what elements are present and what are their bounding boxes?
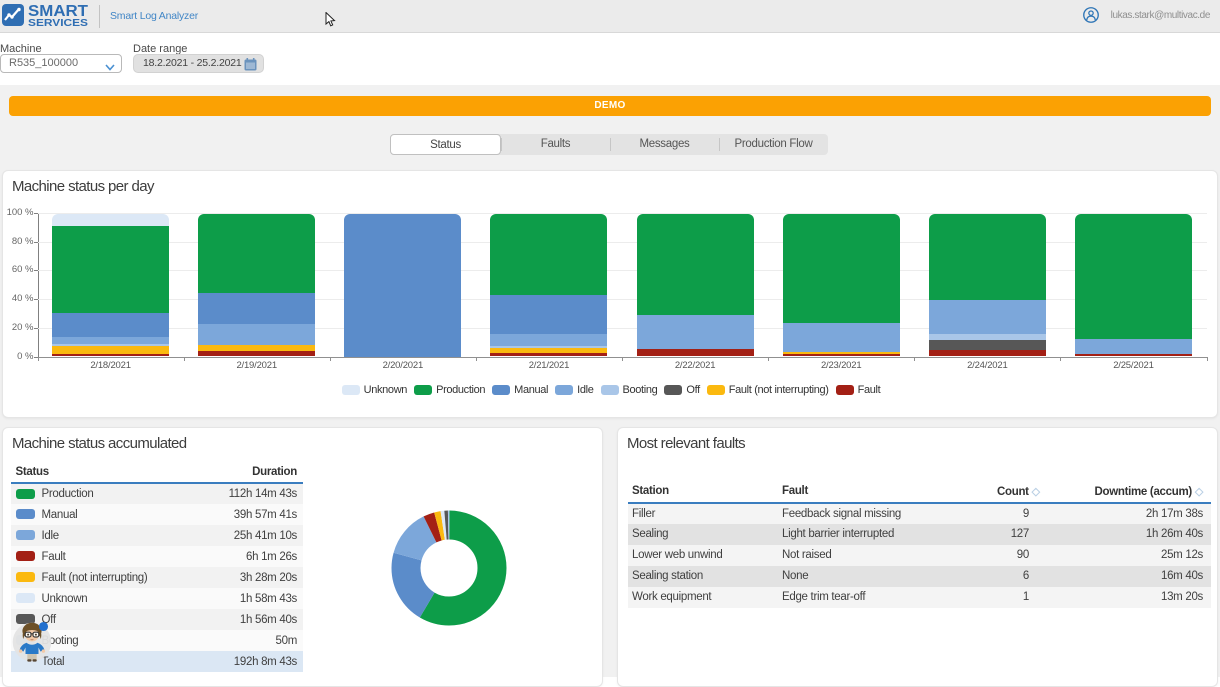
svg-text:SERVICES: SERVICES (28, 17, 88, 28)
